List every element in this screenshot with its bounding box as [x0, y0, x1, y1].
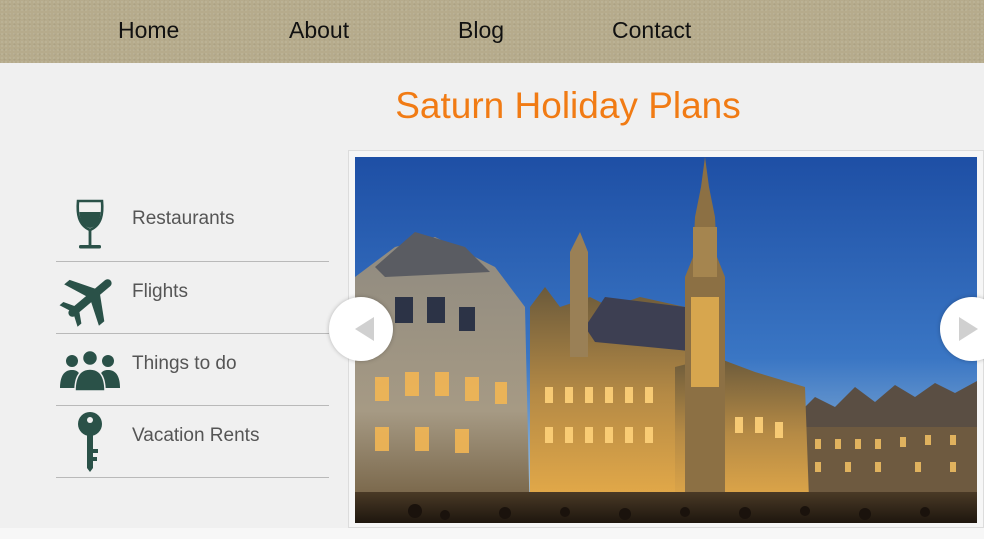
sidebar-item-flights[interactable]: Flights [56, 262, 329, 334]
airplane-icon [56, 262, 124, 333]
sidebar-item-things-to-do[interactable]: Things to do [56, 334, 329, 406]
nav-blog-link[interactable]: Blog [458, 16, 504, 44]
wine-glass-icon [56, 190, 124, 261]
sidebar-item-label: Vacation Rents [132, 425, 260, 446]
nav-contact-link[interactable]: Contact [612, 16, 691, 44]
sidebar-item-vacation-rents[interactable]: Vacation Rents [56, 406, 329, 478]
key-icon [56, 406, 124, 477]
slider-prev-button[interactable] [329, 297, 393, 361]
chevron-left-icon [355, 317, 374, 341]
page-title: Saturn Holiday Plans [395, 85, 741, 126]
sidebar-item-restaurants[interactable]: Restaurants [56, 190, 329, 262]
page-footer-strip [0, 528, 984, 539]
nav-about-link[interactable]: About [289, 16, 349, 44]
chevron-right-icon [959, 317, 978, 341]
slider-next-button[interactable] [940, 297, 984, 361]
slide-photo [355, 157, 977, 523]
sidebar-item-label: Restaurants [132, 208, 235, 229]
nav-home-link[interactable]: Home [118, 16, 179, 44]
people-group-icon [56, 334, 124, 405]
sidebar-item-label: Flights [132, 281, 188, 302]
top-navigation-bar: Home About Blog Contact [0, 0, 984, 63]
sidebar-item-label: Things to do [132, 353, 237, 374]
sidebar-menu: Restaurants Flights Things to do Vacatio… [56, 190, 329, 478]
